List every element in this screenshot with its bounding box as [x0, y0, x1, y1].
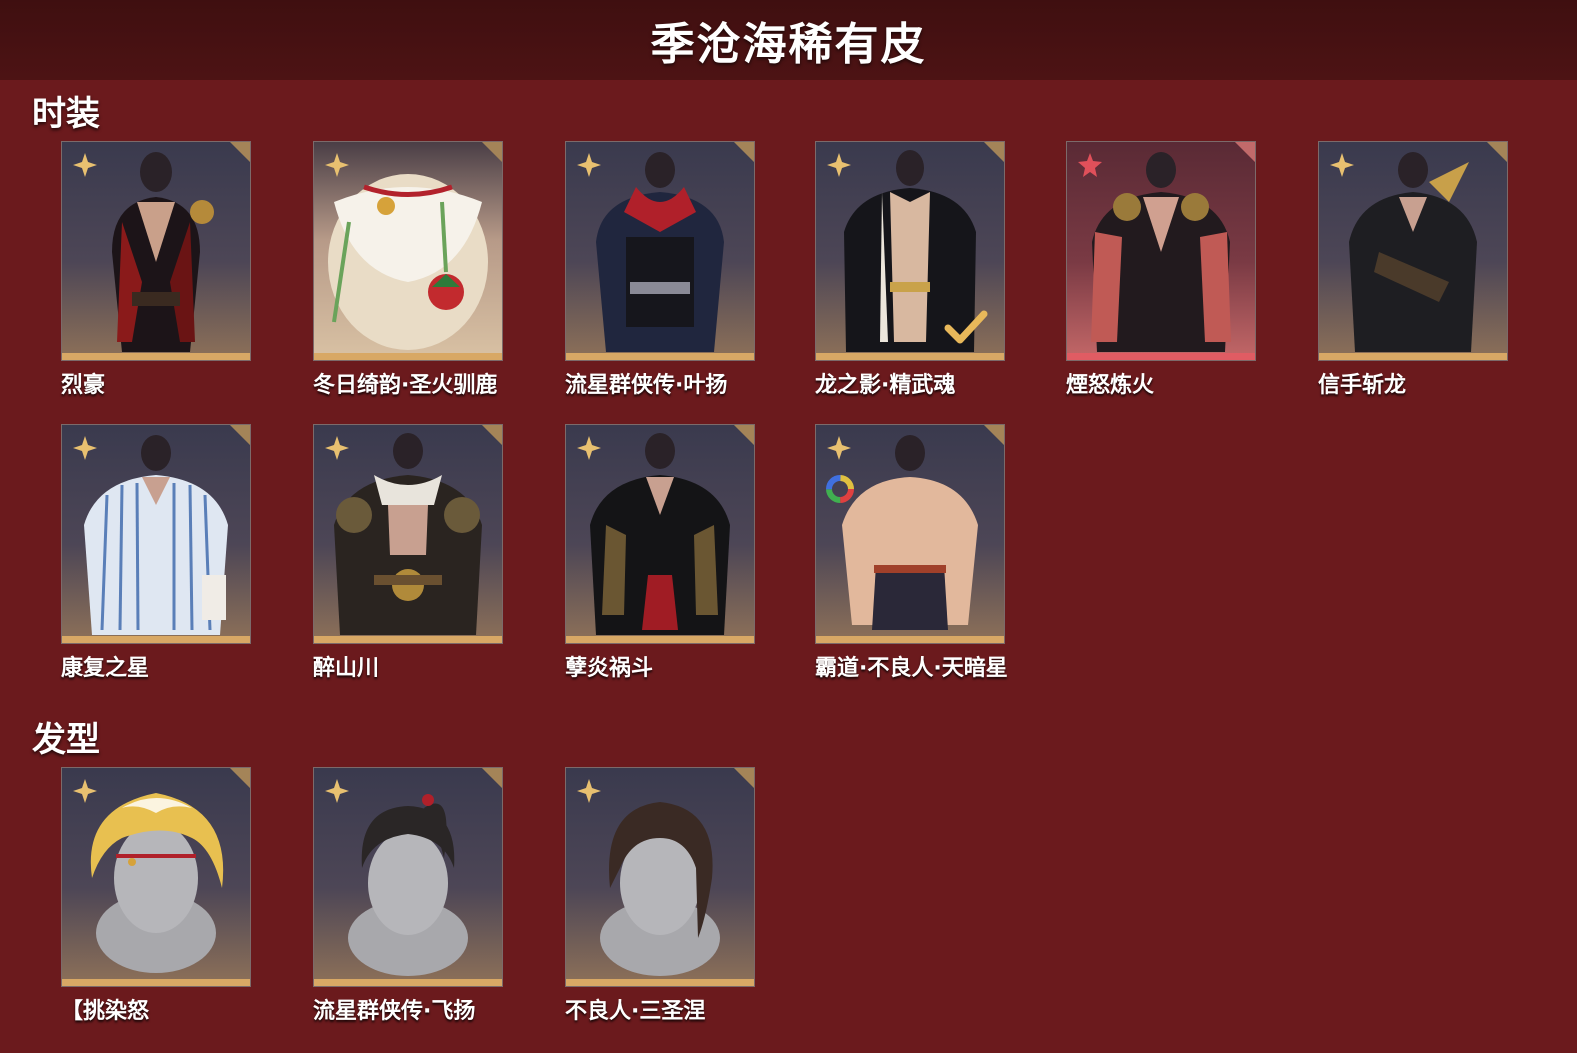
outfit-thumbnail[interactable] [565, 141, 755, 361]
outfit-name: 龙之影·精武魂 [815, 373, 956, 398]
gold-star-icon [1330, 153, 1354, 177]
gold-star-icon [827, 153, 851, 177]
rarity-bar [62, 353, 250, 360]
rarity-bar [314, 353, 502, 360]
section-title-hairstyles: 发型 [32, 720, 100, 760]
outfit-name: 煙怒炼火 [1066, 373, 1155, 398]
outfit-thumbnail[interactable] [61, 141, 251, 361]
outfit-item[interactable]: 霸道·不良人·天暗星 [815, 424, 1008, 682]
gold-star-icon [325, 779, 349, 803]
outfit-thumbnail[interactable] [61, 424, 251, 644]
outfit-name: 孽炎祸斗 [565, 656, 654, 681]
gold-star-icon [325, 436, 349, 460]
corner-ornament [982, 425, 1004, 447]
outfit-thumbnail[interactable] [815, 424, 1005, 644]
outfit-name: 醉山川 [313, 656, 380, 681]
corner-ornament [1485, 142, 1507, 164]
hairstyle-name: 【挑染怒 [61, 999, 150, 1024]
corner-ornament [732, 142, 754, 164]
hairstyle-item[interactable]: 流星群侠传·飞扬 [313, 767, 503, 1025]
color-ring-icon [826, 475, 854, 503]
outfit-item[interactable]: 流星群侠传·叶扬 [565, 141, 755, 399]
header-bar: 季沧海稀有皮 [0, 0, 1577, 80]
gold-star-icon [577, 779, 601, 803]
gold-star-icon [827, 436, 851, 460]
corner-ornament [1233, 142, 1255, 164]
section-title-outfits: 时装 [32, 94, 100, 134]
rarity-bar [62, 636, 250, 643]
corner-ornament [228, 768, 250, 790]
outfit-name: 信手斩龙 [1318, 373, 1407, 398]
outfit-name: 冬日绮韵·圣火驯鹿 [313, 373, 498, 398]
corner-ornament [228, 142, 250, 164]
gold-star-icon [73, 153, 97, 177]
rarity-bar [1319, 353, 1507, 360]
check-icon [944, 310, 988, 344]
gold-star-icon [577, 153, 601, 177]
outfit-thumbnail[interactable] [815, 141, 1005, 361]
hairstyle-item[interactable]: 不良人·三圣涅 [565, 767, 755, 1025]
rarity-bar [1067, 353, 1255, 360]
outfit-name: 烈豪 [61, 373, 106, 398]
rarity-bar [566, 636, 754, 643]
rarity-bar [566, 353, 754, 360]
corner-ornament [480, 768, 502, 790]
gold-star-icon [73, 779, 97, 803]
outfit-thumbnail[interactable] [565, 424, 755, 644]
outfit-item[interactable]: 孽炎祸斗 [565, 424, 755, 682]
rarity-bar [62, 979, 250, 986]
gold-star-icon [325, 153, 349, 177]
hairstyle-item[interactable]: 【挑染怒 [61, 767, 251, 1025]
hairstyle-thumbnail[interactable] [61, 767, 251, 987]
hairstyle-name: 流星群侠传·飞扬 [313, 999, 476, 1024]
rarity-bar [566, 979, 754, 986]
rarity-bar [816, 353, 1004, 360]
outfit-item[interactable]: 龙之影·精武魂 [815, 141, 1005, 399]
hairstyle-name: 不良人·三圣涅 [565, 999, 706, 1024]
corner-ornament [982, 142, 1004, 164]
outfit-item[interactable]: 信手斩龙 [1318, 141, 1508, 399]
outfit-thumbnail[interactable] [1066, 141, 1256, 361]
gold-star-icon [577, 436, 601, 460]
outfit-thumbnail[interactable] [313, 141, 503, 361]
outfit-item[interactable]: 烈豪 [61, 141, 251, 399]
outfit-thumbnail[interactable] [313, 424, 503, 644]
hairstyle-thumbnail[interactable] [313, 767, 503, 987]
corner-ornament [228, 425, 250, 447]
corner-ornament [480, 425, 502, 447]
corner-ornament [732, 425, 754, 447]
rarity-bar [314, 636, 502, 643]
outfit-item[interactable]: 冬日绮韵·圣火驯鹿 [313, 141, 503, 399]
outfit-name: 康复之星 [61, 656, 150, 681]
rarity-bar [314, 979, 502, 986]
rarity-bar [816, 636, 1004, 643]
page-title: 季沧海稀有皮 [650, 19, 927, 70]
outfit-item[interactable]: 煙怒炼火 [1066, 141, 1256, 399]
red-star-icon [1078, 153, 1102, 177]
corner-ornament [732, 768, 754, 790]
outfit-name: 霸道·不良人·天暗星 [815, 656, 1008, 681]
outfit-item[interactable]: 康复之星 [61, 424, 251, 682]
outfit-thumbnail[interactable] [1318, 141, 1508, 361]
corner-ornament [480, 142, 502, 164]
outfit-item[interactable]: 醉山川 [313, 424, 503, 682]
outfit-name: 流星群侠传·叶扬 [565, 373, 728, 398]
gold-star-icon [73, 436, 97, 460]
hairstyle-thumbnail[interactable] [565, 767, 755, 987]
